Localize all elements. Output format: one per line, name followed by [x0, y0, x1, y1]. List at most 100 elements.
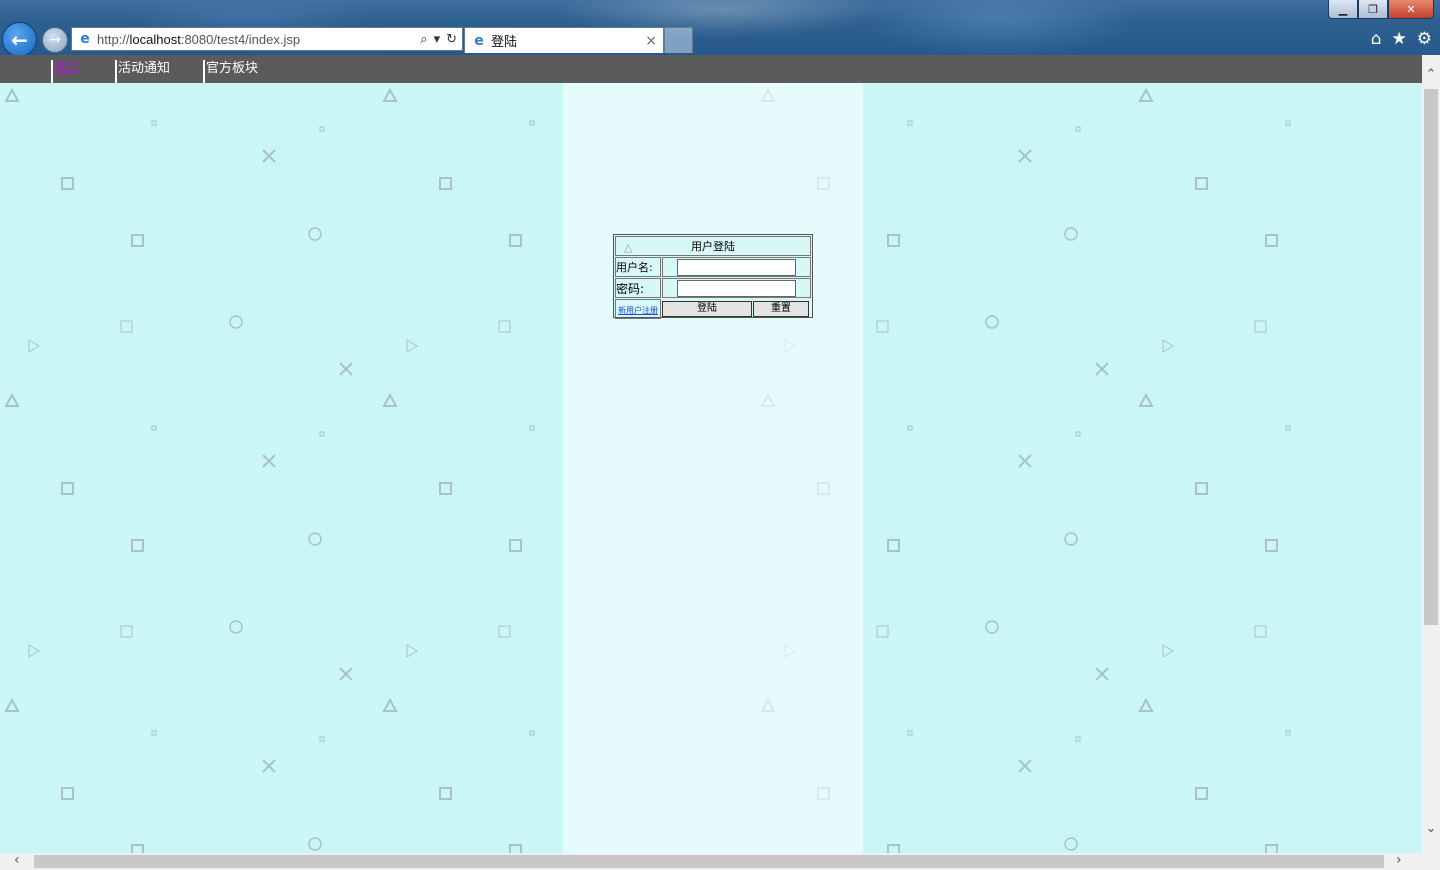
forward-button[interactable]: →	[42, 27, 68, 53]
register-link[interactable]: 新用户注册	[618, 306, 658, 315]
pattern-sq-shape	[131, 234, 144, 247]
pattern-x-shape	[1018, 759, 1032, 773]
pattern-sq-shape	[439, 482, 452, 495]
pattern-tri-shape	[1138, 392, 1154, 407]
settings-gear-icon[interactable]: ⚙	[1417, 29, 1432, 49]
pattern-sq-shape	[131, 844, 144, 853]
horizontal-scroll-thumb[interactable]	[34, 855, 1384, 868]
pattern-sq-shape	[61, 787, 74, 800]
triangle-icon: △	[624, 241, 633, 254]
tab-login[interactable]: e 登陆 ×	[464, 27, 664, 53]
pattern-x-shape	[1018, 454, 1032, 468]
search-icon[interactable]: ⌕	[420, 32, 427, 47]
pattern-play-shape	[406, 644, 418, 658]
pattern-x-shape	[1018, 149, 1032, 163]
login-title-cell: △ 用户登陆	[615, 236, 811, 256]
login-title: 用户登陆	[691, 240, 735, 253]
password-input[interactable]	[677, 279, 796, 297]
pattern-sqs-shape	[498, 320, 511, 333]
scroll-down-icon[interactable]: ⌄	[1422, 821, 1440, 836]
pattern-sq-shape	[817, 177, 830, 190]
browser-toolbar-icons: ⌂ ★ ⚙	[1371, 29, 1432, 49]
menu-item-official-board[interactable]: 官方板块	[203, 60, 258, 83]
vertical-scrollbar[interactable]: ⌃ ⌄	[1422, 55, 1440, 854]
pattern-sqs-shape	[876, 625, 889, 638]
browser-window: ▁ ❐ ✕ ← → e http://localhost:8080/test4/…	[0, 0, 1440, 870]
pattern-circ-shape	[229, 315, 243, 329]
tab-title: 登陆	[491, 35, 518, 50]
pattern-circ-shape	[308, 837, 322, 851]
pattern-dot-shape	[151, 120, 157, 126]
pattern-sq-shape	[1265, 234, 1278, 247]
pattern-circ-shape	[985, 620, 999, 634]
pattern-sq-shape	[439, 787, 452, 800]
site-menu-bar: 首页 活动通知 官方板块	[0, 55, 1422, 83]
pattern-sq-shape	[131, 539, 144, 552]
pattern-tri-shape	[382, 697, 398, 712]
pattern-sq-shape	[887, 234, 900, 247]
pattern-sq-shape	[887, 539, 900, 552]
pattern-dot-shape	[1075, 736, 1081, 742]
window-controls: ▁ ❐ ✕	[1328, 0, 1434, 19]
restore-icon[interactable]: ❐	[1358, 0, 1388, 19]
background-pattern	[4, 87, 1291, 853]
pattern-tri-shape	[760, 697, 776, 712]
ie-page-icon: e	[80, 31, 90, 47]
pattern-circ-shape	[985, 315, 999, 329]
tab-close-icon[interactable]: ×	[645, 33, 657, 49]
pattern-dot-shape	[151, 730, 157, 736]
dropdown-arrow-icon[interactable]: ▾	[434, 32, 441, 47]
username-input[interactable]	[677, 258, 796, 276]
pattern-x-shape	[262, 149, 276, 163]
pattern-sq-shape	[1195, 482, 1208, 495]
login-button[interactable]: 登陆	[662, 301, 752, 317]
minimize-icon[interactable]: ▁	[1328, 0, 1358, 19]
scroll-up-icon[interactable]: ⌃	[1422, 67, 1440, 82]
pattern-dot-shape	[907, 730, 913, 736]
pattern-circ-shape	[1064, 532, 1078, 546]
menu-item-home[interactable]: 首页	[51, 60, 80, 83]
pattern-x-shape	[339, 362, 353, 376]
back-button[interactable]: ←	[2, 22, 37, 57]
pattern-dot-shape	[907, 425, 913, 431]
pattern-dot-shape	[1075, 126, 1081, 132]
pattern-sq-shape	[1265, 539, 1278, 552]
pattern-play-shape	[28, 644, 40, 658]
pattern-tri-shape	[760, 392, 776, 407]
pattern-tri-shape	[382, 87, 398, 102]
new-tab-button[interactable]	[664, 27, 693, 53]
favorites-star-icon[interactable]: ★	[1392, 29, 1407, 49]
refresh-icon[interactable]: ↻	[446, 32, 457, 47]
pattern-sq-shape	[1195, 177, 1208, 190]
pattern-tri-shape	[1138, 87, 1154, 102]
pattern-dot-shape	[1285, 730, 1291, 736]
pattern-dot-shape	[1285, 120, 1291, 126]
pattern-dot-shape	[1075, 431, 1081, 437]
pattern-sq-shape	[817, 787, 830, 800]
browser-chrome: ▁ ❐ ✕ ← → e http://localhost:8080/test4/…	[0, 0, 1440, 57]
pattern-dot-shape	[907, 120, 913, 126]
close-window-icon[interactable]: ✕	[1388, 0, 1434, 19]
pattern-tri-shape	[4, 392, 20, 407]
vertical-scroll-thumb[interactable]	[1424, 89, 1438, 625]
scrollbar-corner	[1422, 853, 1440, 870]
menu-item-activity-notice[interactable]: 活动通知	[115, 60, 170, 83]
pattern-tri-shape	[4, 87, 20, 102]
pattern-circ-shape	[1064, 227, 1078, 241]
horizontal-scrollbar[interactable]: ‹ ›	[0, 852, 1422, 870]
pattern-sq-shape	[439, 177, 452, 190]
scroll-left-icon[interactable]: ‹	[14, 852, 20, 868]
scroll-right-icon[interactable]: ›	[1396, 852, 1402, 868]
home-icon[interactable]: ⌂	[1371, 29, 1382, 49]
page-content: △ 用户登陆 用户名: 密码: 新用户注册 登陆 重置	[0, 83, 1422, 853]
pattern-sqs-shape	[120, 320, 133, 333]
username-label: 用户名:	[615, 257, 661, 277]
reset-button[interactable]: 重置	[753, 301, 809, 317]
pattern-x-shape	[1095, 362, 1109, 376]
address-url[interactable]: http://localhost:8080/test4/index.jsp	[97, 32, 420, 47]
pattern-play-shape	[28, 339, 40, 353]
pattern-sqs-shape	[876, 320, 889, 333]
pattern-tri-shape	[760, 87, 776, 102]
address-bar[interactable]: e http://localhost:8080/test4/index.jsp …	[71, 27, 463, 51]
pattern-sq-shape	[887, 844, 900, 853]
